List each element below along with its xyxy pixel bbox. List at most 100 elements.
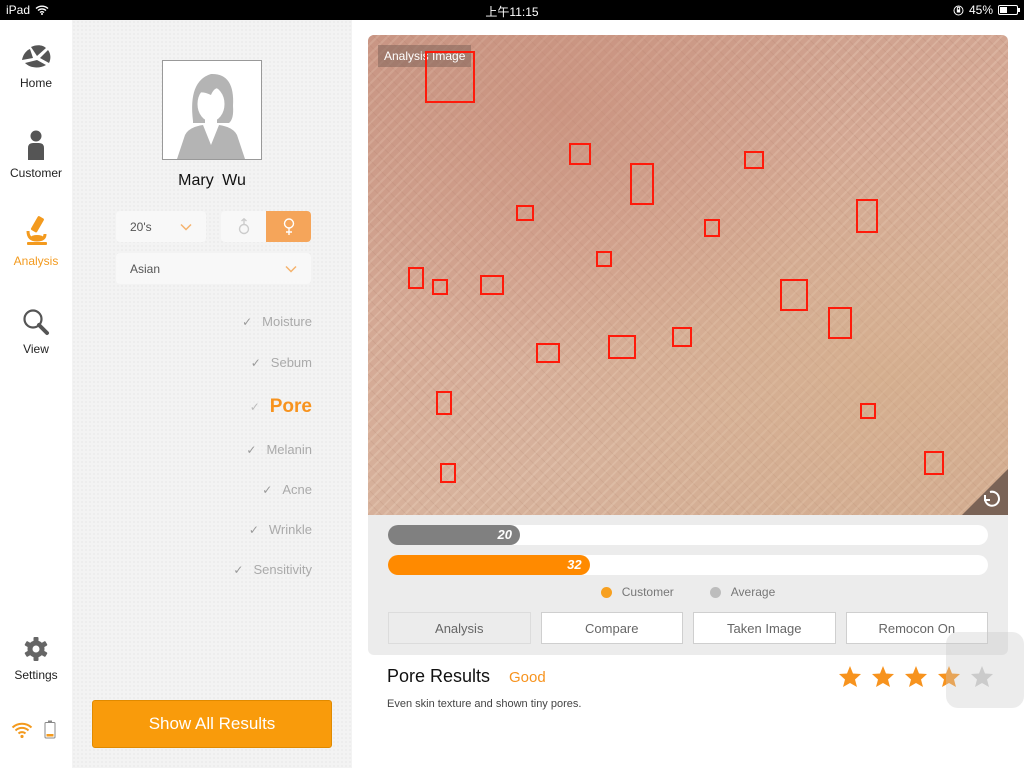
category-label: Moisture: [262, 314, 312, 329]
age-select-value: 20's: [130, 219, 152, 234]
pore-marker: [630, 163, 654, 205]
pore-marker: [704, 219, 720, 237]
nav-item-home[interactable]: Home: [0, 44, 72, 90]
pore-marker: [569, 143, 591, 165]
category-acne[interactable]: ✓ Acne: [262, 482, 312, 497]
pore-marker: [924, 451, 944, 475]
legend-average: Average: [709, 585, 776, 599]
category-moisture[interactable]: ✓ Moisture: [242, 314, 312, 329]
category-label: Melanin: [266, 442, 312, 457]
analysis-image: Analysis Image: [368, 35, 1008, 515]
avatar: [162, 60, 262, 160]
category-pore[interactable]: ✓ Pore: [250, 396, 312, 418]
nav-item-analysis[interactable]: Analysis: [0, 216, 72, 268]
category-label: Wrinkle: [268, 522, 312, 537]
analysis-panel: Analysis Image 20 32 Customer Average An…: [368, 35, 1008, 655]
ethnicity-select-value: Asian: [130, 261, 161, 276]
results-grade: Good: [509, 669, 546, 686]
gear-icon: [24, 637, 48, 661]
pore-marker: [596, 251, 612, 267]
microscope-icon: [26, 216, 47, 245]
battery-percent: 45%: [968, 3, 993, 17]
pore-marker: [536, 343, 560, 363]
taken-image-button[interactable]: Taken Image: [693, 612, 836, 644]
pore-marker: [480, 275, 504, 295]
gender-male-button[interactable]: [221, 211, 266, 242]
category-sensitivity[interactable]: ✓ Sensitivity: [233, 562, 312, 577]
average-bar: 20: [388, 525, 988, 545]
category-label: Sebum: [270, 355, 312, 370]
legend-dot-average: [709, 586, 721, 598]
nav-label-view: View: [23, 342, 49, 356]
gender-female-button[interactable]: [266, 211, 311, 242]
customer-bar: 32: [388, 555, 988, 575]
nav-item-settings[interactable]: Settings: [0, 636, 72, 682]
check-icon: ✓: [233, 562, 244, 577]
pore-marker: [780, 279, 808, 311]
male-symbol-icon: [238, 218, 249, 235]
legend-label-average: Average: [730, 585, 776, 599]
nav-item-customer[interactable]: Customer: [0, 130, 72, 180]
category-label: Acne: [282, 482, 312, 497]
check-icon: ✓: [242, 314, 253, 329]
pore-marker: [608, 335, 636, 359]
check-icon: ✓: [248, 522, 259, 537]
view-mode-buttons: Analysis Compare Taken Image Remocon On: [388, 612, 988, 644]
check-icon: ✓: [246, 442, 257, 457]
average-bar-fill: 20: [388, 525, 520, 545]
female-avatar-icon: [177, 73, 245, 159]
compare-button[interactable]: Compare: [540, 612, 683, 644]
female-symbol-icon: [283, 217, 294, 235]
analysis-button[interactable]: Analysis: [388, 612, 531, 644]
gender-toggle: [221, 211, 311, 242]
pore-marker: [432, 279, 448, 295]
rotate-image-button[interactable]: [962, 469, 1008, 515]
customer-name: Mary Wu: [178, 172, 246, 189]
pore-marker: [425, 51, 475, 103]
home-logo-icon: [22, 45, 51, 68]
chart-legend: Customer Average: [368, 585, 1008, 599]
legend-dot-customer: [600, 586, 612, 598]
check-icon: ✓: [250, 355, 261, 370]
pore-marker: [672, 327, 692, 347]
show-all-results-button[interactable]: Show All Results: [92, 700, 332, 748]
pore-marker: [744, 151, 764, 169]
age-select[interactable]: 20's: [116, 211, 206, 242]
nav-label-analysis: Analysis: [13, 254, 59, 268]
status-bar: iPad 上午11:15 45%: [0, 0, 1024, 20]
assistive-touch-button[interactable]: [946, 632, 1024, 708]
ethnicity-select[interactable]: Asian: [116, 253, 311, 284]
magnifier-icon: [23, 309, 49, 335]
clock: 上午11:15: [485, 5, 539, 19]
person-icon: [28, 130, 44, 160]
nav-label-home: Home: [19, 76, 52, 90]
nav-label-settings: Settings: [14, 668, 58, 682]
category-label: Sensitivity: [253, 562, 312, 577]
wifi-icon: [11, 722, 33, 738]
star-filled-icon: [839, 666, 861, 687]
category-wrinkle[interactable]: ✓ Wrinkle: [249, 522, 312, 537]
orientation-lock-icon: [953, 5, 964, 15]
chevron-down-icon: [285, 265, 297, 272]
check-icon: ✓: [262, 482, 273, 497]
results-title: Pore Results: [387, 666, 491, 686]
customer-bar-fill: 32: [388, 555, 590, 575]
legend-customer: Customer: [600, 585, 674, 599]
pore-marker: [408, 267, 424, 289]
star-filled-icon: [905, 666, 927, 687]
pore-marker: [828, 307, 852, 339]
sidebar-nav: Home Customer Analysis View Settings: [0, 20, 72, 768]
nav-item-view[interactable]: View: [0, 308, 72, 356]
battery-status-icon: [998, 5, 1020, 15]
nav-label-customer: Customer: [9, 166, 62, 180]
category-melanin[interactable]: ✓ Melanin: [246, 442, 312, 457]
check-icon: ✓: [249, 400, 260, 414]
customer-profile-panel: Mary Wu 20's Asian ✓ Moisture ✓ Sebum ✓ …: [72, 20, 352, 768]
pore-marker: [440, 463, 456, 483]
pore-marker: [436, 391, 452, 415]
category-sebum[interactable]: ✓ Sebum: [251, 355, 312, 370]
star-filled-icon: [872, 666, 894, 687]
legend-label-customer: Customer: [621, 585, 674, 599]
results-description: Even skin texture and shown tiny pores.: [387, 698, 582, 710]
pore-marker: [516, 205, 534, 221]
